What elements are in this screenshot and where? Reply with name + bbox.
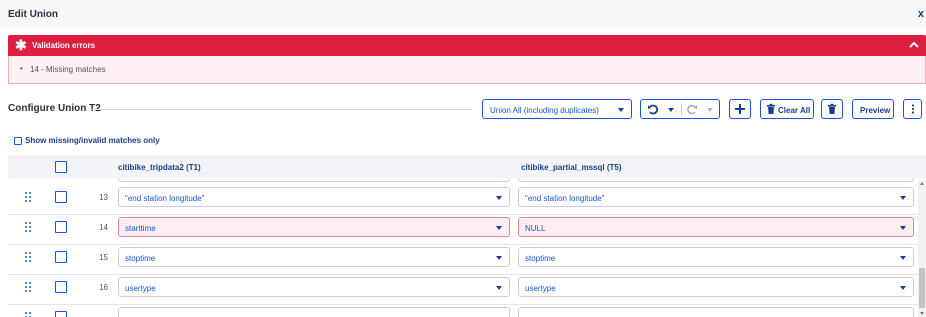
drag-handle-icon[interactable] bbox=[25, 282, 31, 292]
undo-dropdown-icon[interactable] bbox=[668, 108, 674, 112]
bullet-icon: • bbox=[20, 64, 23, 73]
row-number: 14 bbox=[99, 223, 108, 232]
validation-errors-list: • 14 - Missing matches bbox=[8, 56, 926, 84]
left-column-value: stoptime bbox=[125, 254, 156, 263]
table-row: 14 starttime NULL bbox=[8, 214, 918, 244]
left-column-select[interactable]: "end station longitude" bbox=[118, 187, 510, 207]
row-checkbox[interactable] bbox=[55, 281, 67, 293]
dialog-title: Edit Union bbox=[8, 9, 58, 20]
row-checkbox[interactable] bbox=[55, 251, 67, 263]
right-column-select[interactable]: usertype bbox=[518, 277, 914, 297]
table-row: 15 stoptime stoptime bbox=[8, 244, 918, 274]
row-number: 15 bbox=[99, 253, 108, 262]
preview-button[interactable]: Preview bbox=[852, 99, 894, 119]
kebab-menu-icon bbox=[911, 104, 915, 114]
partial-cell bbox=[518, 179, 914, 182]
scroll-down-icon[interactable] bbox=[920, 312, 924, 315]
chevron-down-icon bbox=[900, 226, 906, 230]
chevron-down-icon bbox=[496, 286, 502, 290]
add-button[interactable] bbox=[729, 99, 751, 119]
union-type-value: Union All (including duplicates) bbox=[490, 106, 599, 115]
right-column-select[interactable]: NULL bbox=[518, 217, 914, 237]
undo-redo-group bbox=[640, 99, 720, 119]
close-icon[interactable]: x bbox=[918, 8, 924, 20]
chevron-down-icon bbox=[900, 196, 906, 200]
grid-header: citibike_tripdata2 (T1) citibike_partial… bbox=[8, 155, 926, 179]
right-column-select[interactable]: stoptime bbox=[518, 247, 914, 267]
right-column-value: stoptime bbox=[525, 254, 556, 263]
chevron-up-icon[interactable] bbox=[908, 39, 920, 51]
right-column-value: usertype bbox=[525, 284, 556, 293]
more-options-button[interactable] bbox=[903, 99, 922, 119]
chevron-down-icon bbox=[496, 196, 502, 200]
row-number: 16 bbox=[99, 283, 108, 292]
column-header-right: citibike_partial_mssql (T5) bbox=[521, 163, 622, 172]
scrollbar-thumb[interactable] bbox=[919, 268, 925, 308]
redo-icon[interactable] bbox=[686, 103, 698, 115]
redo-dropdown-icon[interactable] bbox=[707, 108, 713, 112]
preview-label: Preview bbox=[860, 106, 891, 115]
partial-cell bbox=[118, 179, 510, 182]
undo-icon[interactable] bbox=[647, 103, 659, 115]
drag-handle-icon[interactable] bbox=[25, 192, 31, 202]
row-checkbox[interactable] bbox=[55, 221, 67, 233]
configure-union-title: Configure Union T2 bbox=[8, 103, 101, 114]
row-number: 13 bbox=[99, 193, 108, 202]
dialog-header: Edit Union x bbox=[0, 0, 926, 29]
plus-icon bbox=[735, 104, 745, 114]
chevron-down-icon bbox=[900, 256, 906, 260]
left-column-select[interactable]: starttime bbox=[118, 217, 510, 237]
chevron-down-icon bbox=[496, 256, 502, 260]
show-missing-label[interactable]: Show missing/invalid matches only bbox=[25, 136, 160, 145]
left-column-select[interactable] bbox=[118, 307, 510, 317]
validation-errors-header[interactable]: ✱ Validation errors bbox=[8, 35, 926, 56]
left-column-select[interactable]: stoptime bbox=[118, 247, 510, 267]
clear-all-button[interactable]: Clear All bbox=[760, 99, 814, 119]
right-column-value: NULL bbox=[525, 224, 546, 233]
validation-error-item: 14 - Missing matches bbox=[30, 65, 106, 74]
table-row-partial bbox=[8, 304, 918, 317]
clear-all-label: Clear All bbox=[778, 106, 811, 115]
trash-icon bbox=[767, 103, 775, 114]
asterisk-icon: ✱ bbox=[15, 37, 27, 53]
divider bbox=[92, 109, 472, 110]
right-column-value: "end station longitude" bbox=[525, 194, 605, 203]
drag-handle-icon[interactable] bbox=[25, 312, 31, 317]
right-column-select[interactable] bbox=[518, 307, 914, 317]
row-checkbox[interactable] bbox=[55, 191, 67, 203]
drag-handle-icon[interactable] bbox=[25, 252, 31, 262]
scroll-up-icon[interactable] bbox=[920, 182, 924, 185]
chevron-down-icon bbox=[496, 226, 502, 230]
left-column-value: usertype bbox=[125, 284, 156, 293]
table-row: 13 "end station longitude" "end station … bbox=[8, 184, 918, 214]
left-column-select[interactable]: usertype bbox=[118, 277, 510, 297]
select-all-checkbox[interactable] bbox=[55, 161, 67, 173]
show-missing-checkbox[interactable] bbox=[14, 137, 22, 145]
row-checkbox[interactable] bbox=[55, 311, 67, 317]
separator bbox=[681, 103, 682, 116]
drag-handle-icon[interactable] bbox=[25, 222, 31, 232]
left-column-value: "end station longitude" bbox=[125, 194, 205, 203]
delete-button[interactable] bbox=[821, 99, 843, 119]
union-type-select[interactable]: Union All (including duplicates) bbox=[482, 99, 632, 119]
trash-icon bbox=[828, 103, 836, 114]
left-column-value: starttime bbox=[125, 224, 156, 233]
chevron-down-icon bbox=[618, 108, 624, 112]
right-column-select[interactable]: "end station longitude" bbox=[518, 187, 914, 207]
column-header-left: citibike_tripdata2 (T1) bbox=[118, 163, 201, 172]
validation-errors-title: Validation errors bbox=[32, 41, 96, 50]
vertical-scrollbar[interactable] bbox=[918, 180, 926, 317]
table-row: 16 usertype usertype bbox=[8, 274, 918, 304]
chevron-down-icon bbox=[900, 286, 906, 290]
